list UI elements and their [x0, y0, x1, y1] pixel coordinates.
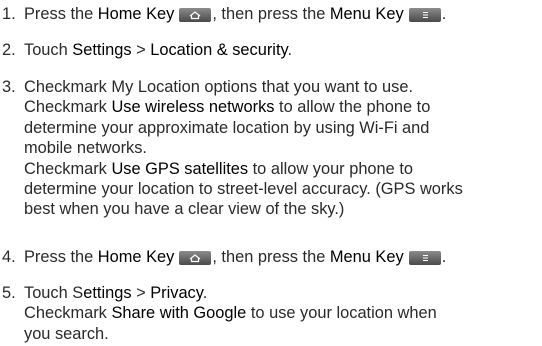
text-run: Touch [24, 41, 73, 59]
text-run: to use your location when [246, 304, 437, 323]
text-run: Checkmark My Location options that you w… [24, 78, 414, 96]
text-run: , then press the [212, 5, 330, 23]
emphasized-term: Privacy [150, 284, 203, 302]
text-line: Touch Settings > Location & security. [24, 40, 542, 60]
step-text: Press the Home Key , then press the Menu … [24, 247, 542, 267]
text-run: Checkmark [24, 98, 112, 117]
text-line: best when you have a clear view of the s… [24, 199, 542, 219]
step-number: 3. [2, 78, 16, 96]
step-number: 2. [2, 41, 16, 59]
text-run: determine your location to street-level … [24, 180, 463, 199]
menu-key-icon [408, 251, 441, 265]
text-run: Press the [24, 248, 98, 266]
text-line: Touch Settings > Privacy. [24, 283, 542, 303]
text-run: . [202, 284, 208, 302]
emphasized-term: Use wireless networks [111, 98, 275, 117]
emphasized-term: Home Key [97, 248, 175, 266]
text-run: . [441, 5, 447, 23]
text-run: Press the [24, 5, 98, 23]
text-line: mobile networks. [24, 138, 542, 158]
text-run: you search. [24, 324, 109, 343]
text-run: mobile networks. [24, 139, 147, 158]
emphasized-term: Menu Key [329, 248, 404, 266]
text-run: > [131, 284, 151, 302]
emphasized-term: Share with Google [111, 304, 247, 323]
text-line: you search. [24, 324, 542, 344]
step-text: Checkmark My Location options that you w… [24, 77, 542, 220]
text-run: Touch S [24, 284, 84, 302]
emphasized-term: Menu Key [329, 5, 404, 23]
text-line: Checkmark Share with Google to use your … [24, 303, 542, 323]
text-run: Checkmark [24, 304, 112, 323]
emphasized-term: ettings [83, 284, 132, 302]
step-text: Touch Settings > Location & security. [24, 40, 542, 60]
text-run: , then press the [212, 248, 330, 266]
text-line: Checkmark My Location options that you w… [24, 77, 542, 97]
text-run: . [287, 41, 293, 59]
text-line: Press the Home Key , then press the Menu … [24, 247, 542, 267]
emphasized-term: Settings [72, 41, 132, 59]
home-key-icon [179, 251, 212, 265]
text-line: determine your approximate location by u… [24, 118, 542, 138]
text-run: > [131, 41, 151, 59]
step-text: Touch Settings > Privacy. Checkmark Share… [24, 283, 542, 344]
emphasized-term: Use GPS satellites [111, 159, 249, 178]
step-text: Press the Home Key , then press the Menu … [24, 4, 542, 24]
text-run: . [441, 248, 447, 266]
text-run: determine your approximate location by u… [24, 118, 430, 137]
text-line: determine your location to street-level … [24, 179, 542, 199]
text-run: Checkmark [24, 159, 112, 178]
step-number: 4. [2, 248, 16, 266]
step-number: 5. [2, 284, 16, 302]
emphasized-term: Location & security [150, 41, 288, 59]
instruction-document: 1. Press the Home Key , then press the Men… [0, 0, 542, 346]
text-line: Checkmark Use GPS satellites to allow yo… [24, 159, 542, 179]
text-run: best when you have a clear view of the s… [24, 200, 345, 219]
step-number: 1. [2, 5, 16, 23]
home-key-icon [179, 8, 212, 22]
text-line: Press the Home Key , then press the Menu … [24, 4, 542, 24]
text-run: to allow your phone to [248, 159, 414, 178]
text-line: Checkmark Use wireless networks to allow… [24, 97, 542, 117]
menu-key-icon [408, 8, 441, 22]
emphasized-term: Home Key [97, 5, 175, 23]
text-run: to allow the phone to [274, 98, 431, 117]
